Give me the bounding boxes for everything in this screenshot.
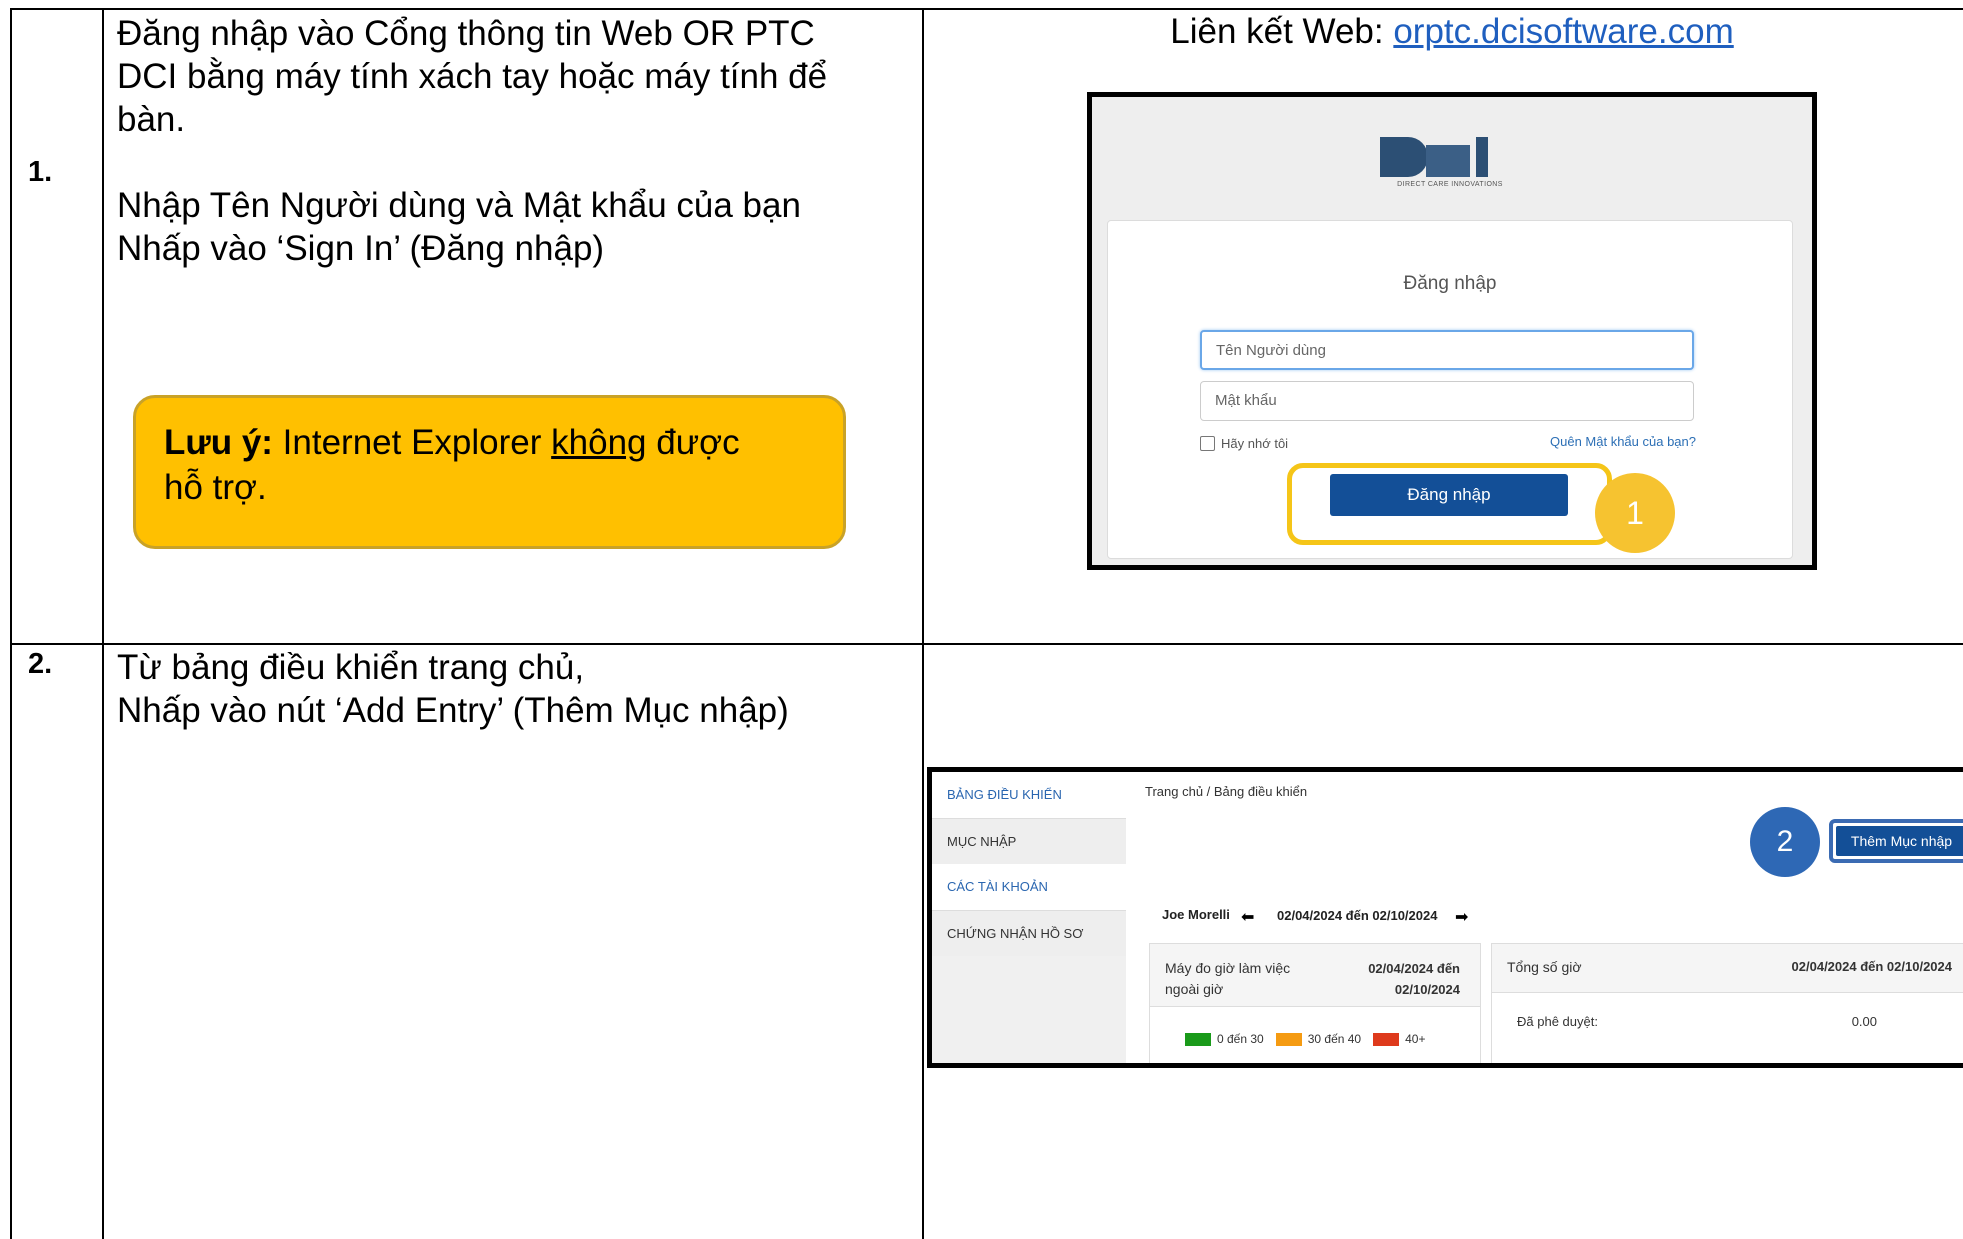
legend-label: 30 đến 40 <box>1307 1032 1362 1046</box>
note-text: hỗ trợ. <box>164 468 267 507</box>
login-screenshot: DIRECT CARE INNOVATIONS Đăng nhập Tên Ng… <box>1087 92 1817 570</box>
login-card: Đăng nhập Tên Người dùng Mật khẩu Hãy nh… <box>1107 220 1793 559</box>
step1-line: Đăng nhập vào Cổng thông tin Web OR PTC <box>117 14 815 53</box>
legend-label: 0 đến 30 <box>1217 1032 1264 1046</box>
add-entry-button[interactable]: Thêm Mục nhập <box>1829 819 1963 863</box>
sidebar-item-certification[interactable]: CHỨNG NHẬN HỒ SƠ <box>932 910 1126 956</box>
overtime-range: 02/04/2024 đến 02/10/2024 <box>1368 961 1460 997</box>
password-field[interactable]: Mật khẩu <box>1200 381 1694 421</box>
sidebar-item-accounts[interactable]: CÁC TÀI KHOẢN <box>932 864 1126 910</box>
table-col-divider-2 <box>922 8 924 1239</box>
legend-swatch-red <box>1373 1032 1400 1046</box>
step1-line: Nhập Tên Người dùng và Mật khẩu của bạn <box>117 186 801 225</box>
step2-line: Từ bảng điều khiển trang chủ, <box>117 648 585 687</box>
weblink-url[interactable]: orptc.dcisoftware.com <box>1393 12 1733 51</box>
step2-instruction: Từ bảng điều khiển trang chủ, Nhấp vào n… <box>117 646 917 732</box>
login-title: Đăng nhập <box>1403 273 1497 294</box>
total-hours-title: Tổng số giờ <box>1507 959 1582 975</box>
dashboard-screenshot: BẢNG ĐIỀU KHIỂN MỤC NHẬP CÁC TÀI KHOẢN C… <box>927 767 1963 1068</box>
sidebar-item-entries[interactable]: MỤC NHẬP <box>932 818 1126 864</box>
step1-instruction-2: Nhập Tên Người dùng và Mật khẩu của bạn … <box>117 184 917 270</box>
arrow-right-icon[interactable]: ➡ <box>1455 907 1468 927</box>
logo-tagline: DIRECT CARE INNOVATIONS <box>1397 181 1503 188</box>
step-number-2: 2. <box>28 648 53 680</box>
table-border-left <box>10 8 12 1239</box>
table-row-divider <box>10 643 1963 645</box>
legend-swatch-orange <box>1275 1032 1302 1046</box>
overtime-header: Máy đo giờ làm việc ngoài giờ 02/04/2024… <box>1150 944 1480 1007</box>
step1-line: Nhấp vào ‘Sign In’ (Đăng nhập) <box>117 229 605 268</box>
note-text: được <box>646 423 740 462</box>
overtime-panel: Máy đo giờ làm việc ngoài giờ 02/04/2024… <box>1149 943 1481 1063</box>
arrow-left-icon[interactable]: ⬅ <box>1241 907 1254 927</box>
total-hours-panel: Tổng số giờ 02/04/2024 đến 02/10/2024 Đã… <box>1491 943 1963 1063</box>
overtime-legend: 0 đến 30 30 đến 40 40+ <box>1185 1032 1425 1046</box>
forgot-password-link[interactable]: Quên Mật khẩu của bạn? <box>1550 434 1696 449</box>
table-col-divider-1 <box>102 8 104 1239</box>
sidebar-item-dashboard[interactable]: BẢNG ĐIỀU KHIỂN <box>932 772 1126 818</box>
step2-line: Nhấp vào nút ‘Add Entry’ (Thêm Mục nhập) <box>117 691 789 730</box>
remember-label: Hãy nhớ tôi <box>1221 436 1289 451</box>
user-name: Joe Morelli <box>1162 907 1230 922</box>
note-label: Lưu ý: <box>164 423 273 462</box>
legend-swatch-green <box>1185 1032 1211 1046</box>
weblink: Liên kết Web: orptc.dcisoftware.com <box>922 10 1963 54</box>
overtime-title: Máy đo giờ làm việc ngoài giờ <box>1165 960 1291 997</box>
step1-line: DCI bằng máy tính xách tay hoặc máy tính… <box>117 57 828 96</box>
username-field[interactable]: Tên Người dùng <box>1200 330 1694 370</box>
logo-d-shape <box>1380 137 1428 177</box>
weblink-label: Liên kết Web: <box>1170 12 1394 51</box>
logo-i-shape <box>1476 137 1488 177</box>
signin-button[interactable]: Đăng nhập <box>1330 474 1568 516</box>
note-emphasis: không <box>551 423 647 462</box>
approved-label: Đã phê duyệt: <box>1517 1014 1598 1029</box>
breadcrumb: Trang chủ / Bảng điều khiển <box>1145 784 1308 799</box>
logo-c-shape <box>1426 145 1470 177</box>
remember-me[interactable]: Hãy nhớ tôi <box>1200 436 1288 451</box>
approved-value: 0.00 <box>1851 1014 1877 1029</box>
dci-logo: DIRECT CARE INNOVATIONS <box>1380 137 1520 197</box>
date-range: 02/04/2024 đến 02/10/2024 <box>1277 908 1438 923</box>
sidebar: BẢNG ĐIỀU KHIỂN MỤC NHẬP CÁC TÀI KHOẢN C… <box>932 772 1126 1063</box>
step1-instruction: Đăng nhập vào Cổng thông tin Web OR PTC … <box>117 12 917 141</box>
add-entry-label: Thêm Mục nhập <box>1836 826 1963 856</box>
legend-label: 40+ <box>1405 1032 1426 1046</box>
callout-1: 1 <box>1595 473 1675 553</box>
step-number-1: 1. <box>28 156 53 188</box>
remember-checkbox[interactable] <box>1200 436 1215 451</box>
step1-line: bàn. <box>117 100 186 139</box>
note-box: Lưu ý: Internet Explorer không được hỗ t… <box>133 395 846 549</box>
note-text: Internet Explorer <box>272 423 552 462</box>
callout-2: 2 <box>1750 807 1820 877</box>
total-hours-header: Tổng số giờ 02/04/2024 đến 02/10/2024 <box>1492 944 1963 993</box>
total-hours-range: 02/04/2024 đến 02/10/2024 <box>1791 959 1952 974</box>
